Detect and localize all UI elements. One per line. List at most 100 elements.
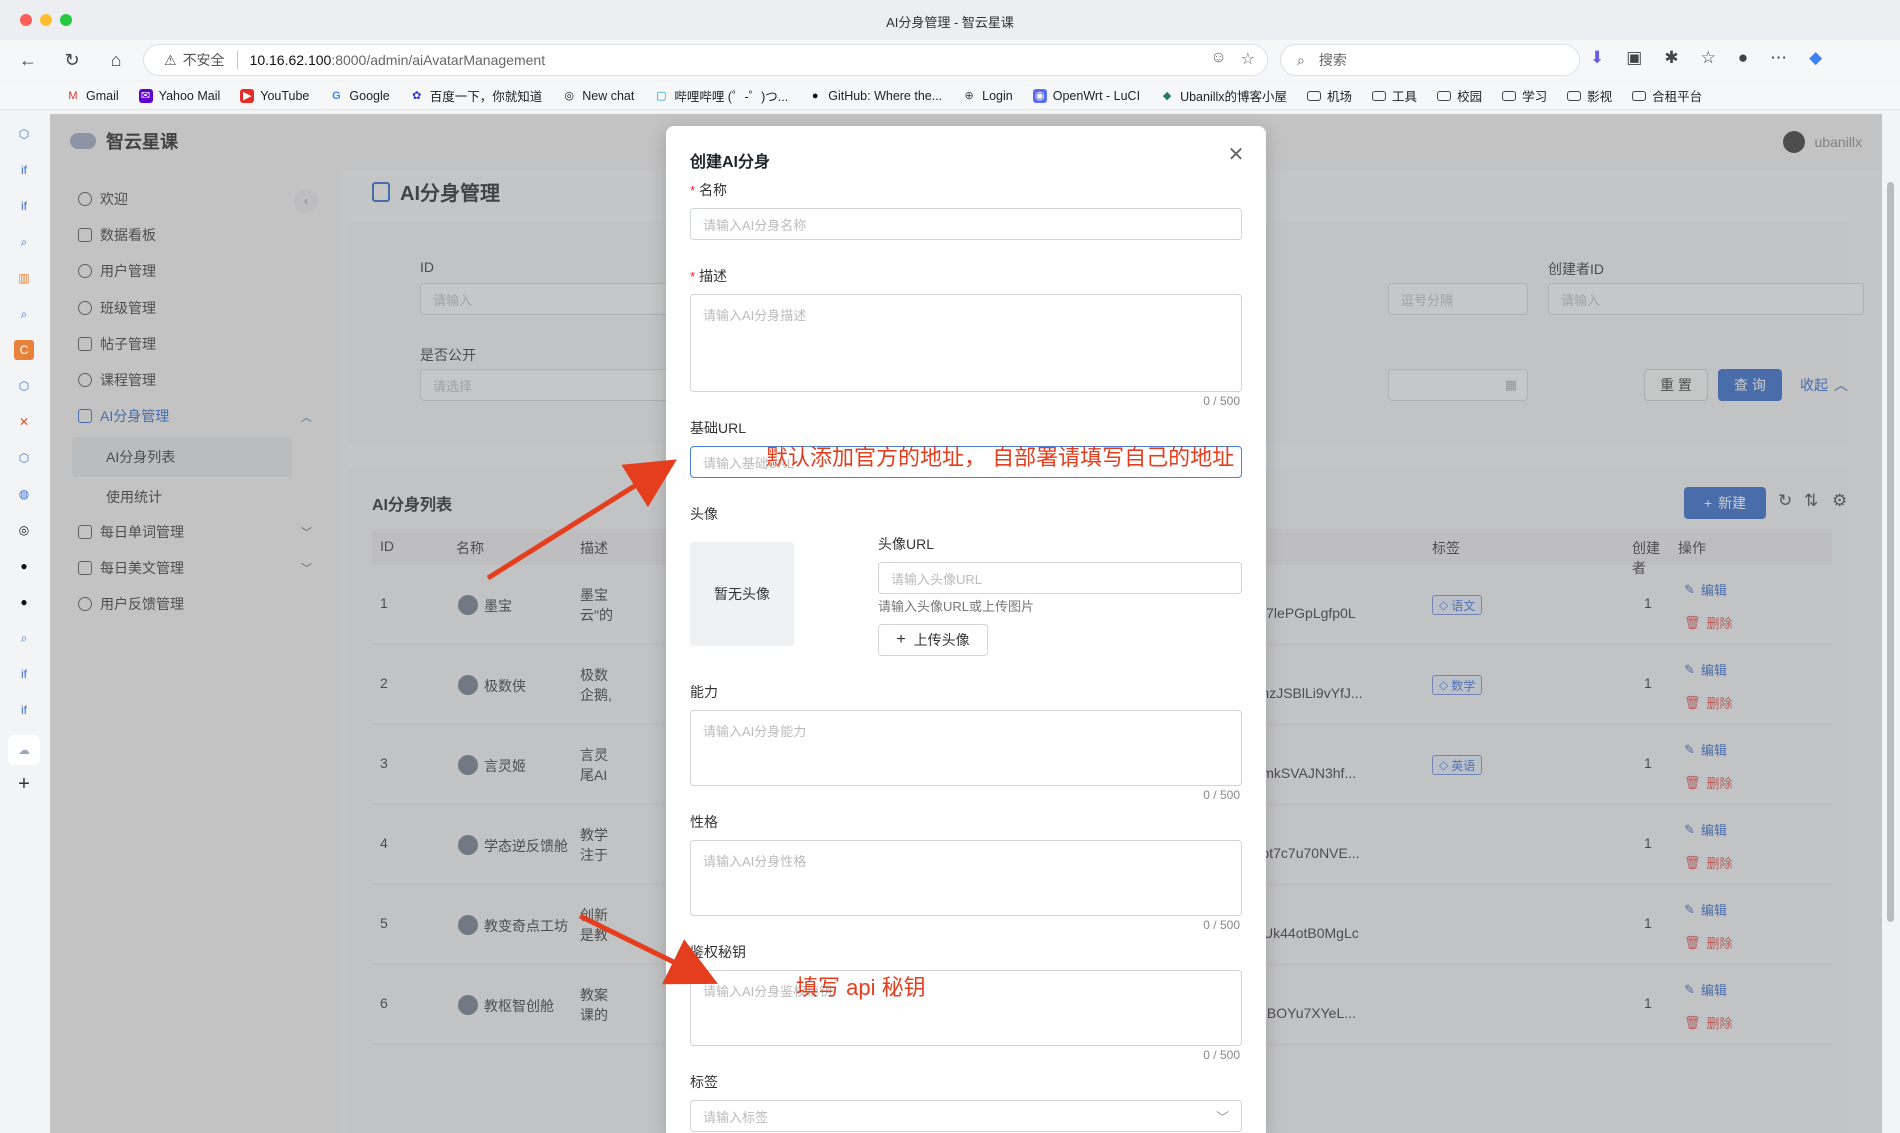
scrollbar[interactable] [1882,114,1900,1133]
reader-icon[interactable]: ☺ [1210,49,1226,69]
profile-icon[interactable]: ● [1738,48,1748,68]
tab-icon[interactable]: ⬡ [14,124,34,144]
tab-icon[interactable]: ⌕ [14,628,34,648]
bookmark-star-icon[interactable]: ☆ [1241,49,1255,69]
desc-label: * 描述 [690,268,728,284]
bookmark-yahoo[interactable]: ✉ Yahoo Mail [138,88,220,103]
reload-icon[interactable]: ↻ [58,46,86,74]
ability-textarea[interactable]: 请输入AI分身能力 [690,710,1242,786]
favorites-icon[interactable]: ☆ [1701,48,1716,68]
avatar-label: 头像 [690,506,718,522]
tab-icon[interactable]: if [14,664,34,684]
google-icon: G [332,89,341,102]
back-icon[interactable]: ← [14,46,42,74]
desc-textarea[interactable]: 请输入AI分身描述 [690,294,1242,392]
tab-icon[interactable]: ◍ [14,484,34,504]
create-ai-avatar-dialog: 创建AI分身 ✕ * 名称 请输入AI分身名称 * 描述 请输入AI分身描述 0 /… [666,126,1266,1133]
folder-icon [1567,90,1582,101]
folder-icon [1372,90,1387,101]
bookmark-github[interactable]: ● GitHub: Where the... [808,89,942,103]
extension-icon[interactable]: ▣ [1626,48,1642,68]
personality-textarea[interactable]: 请输入AI分身性格 [690,840,1242,916]
tab-icon[interactable]: ● [14,592,34,612]
bookmark-bilibili[interactable]: ▢ 哔哩哔哩 (゜-゜)つ... [654,86,788,105]
search-box[interactable]: ⌕ 搜索 [1280,44,1580,76]
folder-icon [1502,90,1517,101]
puzzle-icon[interactable]: ✱ [1664,48,1678,68]
tab-icon[interactable]: if [14,700,34,720]
toolbar-icons: ⬇ ▣ ✱ ☆ ● ⋯ ◆ [1590,48,1822,68]
bookmark-folder-tools[interactable]: 工具 [1372,86,1417,105]
github-icon: ● [811,89,819,102]
close-icon[interactable]: ✕ [1224,142,1248,166]
tab-icon[interactable]: ✕ [14,412,34,432]
tab-icon[interactable]: ⌕ [14,232,34,252]
openwrt-icon: ◉ [1032,88,1047,103]
tab-icon[interactable]: C [14,340,34,360]
tags-select[interactable]: 请输入标签 ﹀ [690,1100,1242,1132]
bookmark-google[interactable]: G Google [329,89,390,103]
tab-icon[interactable]: ⬡ [14,376,34,396]
bookmark-folder-campus[interactable]: 校园 [1437,86,1482,105]
ability-label: 能力 [690,684,718,700]
tab-icon[interactable]: ⌕ [14,304,34,324]
more-icon[interactable]: ⋯ [1770,48,1787,68]
globe-icon: ⊕ [964,90,974,102]
warning-icon: ⚠ [164,51,177,68]
download-icon[interactable]: ⬇ [1590,48,1604,68]
tab-icon[interactable]: if [14,196,34,216]
home-icon[interactable]: ⌂ [102,46,130,74]
openai-icon: ◎ [564,90,575,102]
scrollbar-thumb[interactable] [1887,182,1894,922]
search-placeholder: 搜索 [1318,52,1347,68]
bookmark-folder-study[interactable]: 学习 [1502,86,1547,105]
folder-icon [1437,90,1452,101]
bookmark-youtube[interactable]: ▶ YouTube [240,88,309,103]
blog-icon: ◆ [1162,90,1172,102]
annotation-auth-key: 填写 api 秘钥 [796,975,926,1000]
avatar-url-input[interactable]: 请输入头像URL [878,562,1242,594]
tab-icon-active[interactable]: ☁ [8,735,40,765]
bookmark-baidu[interactable]: ✿ 百度一下，你就知道 [410,86,542,105]
bookmark-login[interactable]: ⊕ Login [962,89,1013,103]
annotation-base-url: 默认添加官方的地址， 自部署请填写自己的地址 [766,445,1235,470]
chevron-down-icon: ﹀ [1215,1109,1229,1125]
name-input[interactable]: 请输入AI分身名称 [690,208,1242,240]
address-bar[interactable]: ⚠ 不安全 10.16.62.100 :8000/admin/aiAvatarM… [143,44,1268,76]
title-bar: AI分身管理 - 智云星课 [0,0,1900,40]
insecure-label: 不安全 [182,52,225,68]
tab-icon[interactable]: ◎ [14,520,34,540]
browser-window: AI分身管理 - 智云星课 ← ↻ ⌂ ⚠ 不安全 10.16.62.100 :… [0,0,1900,1133]
bookmark-folder-video[interactable]: 影视 [1567,86,1612,105]
auth-key-label: 鉴权秘钥 [690,944,746,960]
bookmark-gmail[interactable]: M Gmail [66,89,118,103]
upload-avatar-button[interactable]: + 上传头像 [878,624,988,656]
url-host: 10.16.62.100 [249,52,332,68]
avatar-placeholder: 暂无头像 [690,542,794,646]
bookmark-blog[interactable]: ◆ Ubanillx的博客小屋 [1160,86,1287,105]
tags-label: 标签 [690,1074,718,1090]
folder-icon [1307,90,1322,101]
yahoo-icon: ✉ [138,88,153,103]
bookmark-folder-share[interactable]: 合租平台 [1632,86,1702,105]
tab-icon[interactable]: ● [14,556,34,576]
youtube-icon: ▶ [240,88,255,103]
base-url-label: 基础URL [690,420,747,436]
tab-icon[interactable]: ▥ [14,268,34,288]
copilot-icon[interactable]: ◆ [1809,48,1822,68]
folder-icon [1632,90,1647,101]
bookmark-folder-airport[interactable]: 机场 [1307,86,1352,105]
dialog-title: 创建AI分身 [690,154,771,171]
tab-icon[interactable]: ⬡ [14,448,34,468]
bookmark-new-chat[interactable]: ◎ New chat [562,89,634,103]
search-icon: ⌕ [1297,51,1305,68]
bookmark-openwrt[interactable]: ◉ OpenWrt - LuCI [1032,88,1140,103]
url-divider [236,51,238,69]
avatar-url-label: 头像URL [878,536,935,552]
tab-icon[interactable]: if [14,160,34,180]
personality-label: 性格 [690,814,718,830]
add-tab-icon[interactable]: + [14,773,34,795]
auth-key-textarea[interactable]: 请输入AI分身鉴权秘钥 [690,970,1242,1046]
vertical-tabs: ⬡ if if ⌕ ▥ ⌕ C ⬡ ✕ ⬡ ◍ ◎ ● ● ⌕ if if ☁ … [0,110,50,1133]
bookmarks-bar: M Gmail ✉ Yahoo Mail ▶ YouTube G Google ✿ 百度一… [0,82,1900,110]
